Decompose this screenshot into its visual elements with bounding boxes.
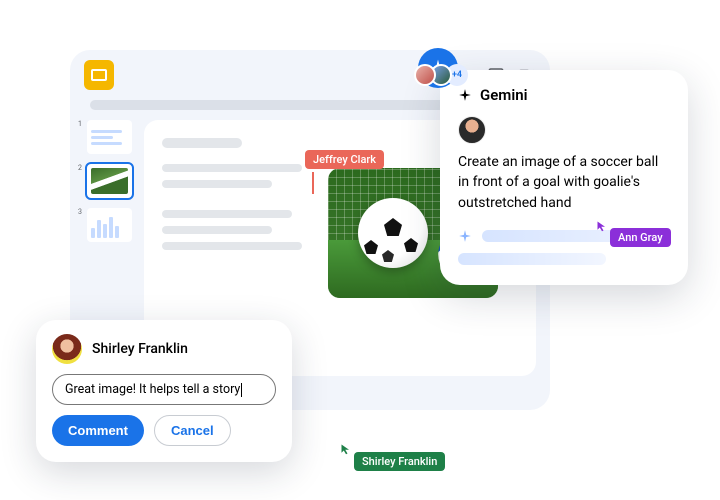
cursor-icon: [340, 443, 352, 455]
gemini-prompt-text: Create an image of a soccer ball in fron…: [458, 152, 670, 213]
comment-popup: Shirley Franklin Great image! It helps t…: [36, 320, 292, 462]
generating-placeholder: [458, 253, 606, 265]
slide-thumbnail[interactable]: [87, 120, 132, 154]
comment-cancel-button[interactable]: Cancel: [154, 415, 231, 446]
comment-author: Shirley Franklin: [92, 341, 188, 357]
collaborator-label: Shirley Franklin: [362, 455, 437, 468]
text-placeholder: [162, 226, 272, 234]
collaborator-avatars: +4: [420, 64, 468, 86]
thumb-number: 1: [78, 120, 83, 128]
text-placeholder: [162, 180, 272, 188]
slide-thumbnail[interactable]: [87, 208, 132, 242]
collaborator-label: Ann Gray: [618, 231, 663, 244]
collaborator-caret: [312, 172, 314, 194]
avatar: [458, 116, 486, 144]
slide-thumbnail[interactable]: [87, 164, 132, 198]
thumb-number: 3: [78, 208, 83, 216]
sparkle-icon: [458, 229, 472, 243]
toolbar-placeholder: [90, 100, 470, 110]
gemini-panel: Gemini Create an image of a soccer ball …: [440, 70, 688, 285]
collaborator-tag-shirley: Shirley Franklin: [354, 452, 445, 471]
sparkle-icon: [458, 88, 472, 102]
collaborator-tag-jeffrey: Jeffrey Clark: [305, 150, 384, 169]
collaborator-tag-ann: Ann Gray: [610, 228, 671, 247]
collaborator-label: Jeffrey Clark: [313, 153, 376, 166]
comment-input-text: Great image! It helps tell a story: [65, 382, 240, 397]
thumb-image-icon: [91, 168, 128, 194]
thumb-number: 2: [78, 164, 83, 172]
cursor-icon: [596, 220, 608, 232]
slides-logo-icon: [84, 60, 114, 90]
comment-submit-button[interactable]: Comment: [52, 415, 144, 446]
text-placeholder: [162, 242, 302, 250]
gemini-title: Gemini: [480, 86, 528, 104]
text-placeholder: [162, 210, 292, 218]
text-placeholder: [162, 138, 242, 148]
comment-input[interactable]: Great image! It helps tell a story: [52, 374, 276, 405]
avatar: [52, 334, 82, 364]
avatar[interactable]: [414, 64, 436, 86]
text-placeholder: [162, 164, 302, 172]
